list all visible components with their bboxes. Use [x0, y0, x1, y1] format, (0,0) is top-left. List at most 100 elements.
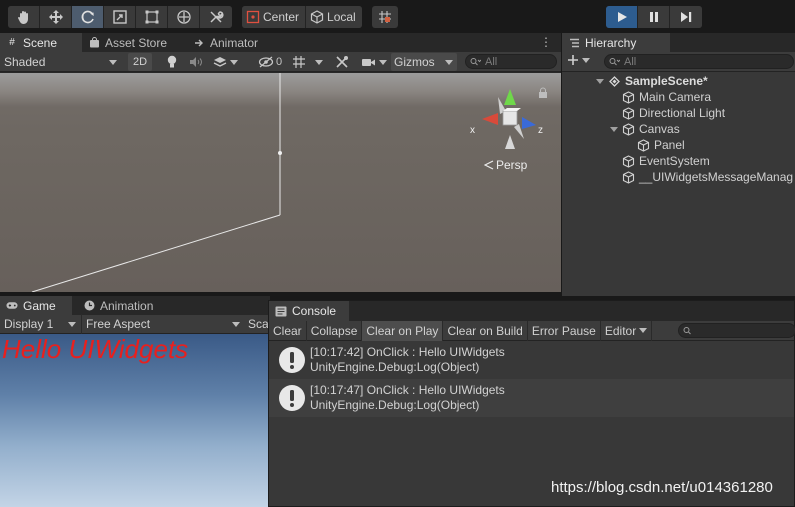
hierarchy-item-label: EventSystem	[639, 154, 710, 168]
hierarchy-search-input[interactable]: All	[604, 54, 794, 69]
shading-mode-dropdown[interactable]: Shaded	[0, 52, 122, 72]
hierarchy-item-event-system[interactable]: EventSystem	[562, 153, 795, 169]
chevron-down-icon	[379, 59, 387, 65]
play-controls	[606, 6, 702, 28]
aspect-label: Free Aspect	[86, 317, 151, 331]
aspect-dropdown[interactable]: Free Aspect	[81, 314, 244, 334]
play-button[interactable]	[606, 6, 638, 28]
tab-game-label: Game	[23, 298, 56, 313]
clear-on-play-button[interactable]: Clear on Play	[362, 320, 444, 341]
lighting-toggle[interactable]	[163, 54, 181, 70]
clear-button[interactable]: Clear	[269, 320, 307, 341]
tab-hierarchy-label: Hierarchy	[585, 35, 637, 50]
editor-label: Editor	[604, 323, 637, 338]
grid-snap-button[interactable]	[372, 6, 398, 28]
tools-icon	[210, 11, 224, 23]
speaker-icon	[190, 57, 202, 67]
snap-controls	[372, 6, 398, 28]
gameobject-cube-icon	[622, 170, 635, 184]
effects-dropdown[interactable]	[212, 54, 238, 70]
exclamation-icon	[279, 347, 305, 373]
step-button[interactable]	[670, 6, 702, 28]
gizmos-dropdown[interactable]: Gizmos	[391, 53, 457, 71]
rotate-tool-button[interactable]	[72, 6, 104, 28]
tools-toggle[interactable]	[333, 54, 351, 70]
custom-tool-button[interactable]	[200, 6, 232, 28]
log-entry[interactable]: [10:17:42] OnClick : Hello UIWidgets Uni…	[269, 341, 794, 379]
log-entry[interactable]: [10:17:47] OnClick : Hello UIWidgets Uni…	[269, 379, 794, 417]
hand-tool-button[interactable]	[8, 6, 40, 28]
mode-2d-button[interactable]: 2D	[128, 53, 152, 71]
rect-tool-button[interactable]	[136, 6, 168, 28]
gameobject-cube-icon	[622, 122, 635, 136]
lock-icon[interactable]	[538, 87, 548, 99]
tab-game[interactable]: Game	[0, 296, 72, 315]
scale-slider-label[interactable]: Sca	[244, 314, 270, 334]
grid-icon	[292, 56, 305, 68]
display-dropdown[interactable]: Display 1	[0, 314, 80, 334]
tab-scene[interactable]: # Scene	[0, 33, 82, 52]
scene-viewport[interactable]: x z Persp	[0, 73, 561, 292]
console-icon	[275, 305, 287, 317]
projection-toggle[interactable]: Persp	[484, 158, 527, 172]
hierarchy-item-directional-light[interactable]: Directional Light	[562, 105, 795, 121]
foldout-arrow-icon[interactable]	[595, 76, 605, 86]
game-viewport[interactable]: Hello UIWidgets	[0, 334, 270, 507]
audio-toggle[interactable]	[187, 54, 205, 70]
move-tool-button[interactable]	[40, 6, 72, 28]
tab-asset-store-label: Asset Store	[105, 35, 168, 50]
tab-animator[interactable]: Animator	[187, 33, 264, 52]
clear-label: Clear	[273, 323, 302, 338]
chevron-down-icon	[229, 59, 238, 65]
hierarchy-panel: Hierarchy All SampleScene* Main Camera D…	[562, 33, 795, 296]
hierarchy-item-canvas[interactable]: Canvas	[562, 121, 795, 137]
hierarchy-item-message-manager[interactable]: __UIWidgetsMessageManag	[562, 169, 795, 185]
console-search-input[interactable]	[678, 323, 795, 338]
hierarchy-search-placeholder: All	[624, 55, 637, 68]
tab-hierarchy[interactable]: Hierarchy	[562, 33, 670, 52]
rotate-icon	[81, 10, 94, 24]
plus-icon	[568, 55, 578, 65]
more-options-icon[interactable]: ⋮	[540, 35, 552, 49]
perspective-icon	[484, 160, 494, 170]
log-entry-text: [10:17:47] OnClick : Hello UIWidgets Uni…	[310, 383, 505, 413]
scale-tool-button[interactable]	[104, 6, 136, 28]
scene-panel: # Scene Asset Store Animator ⋮ Shaded 2D	[0, 33, 561, 292]
hidden-objects-toggle[interactable]: 0	[254, 54, 286, 70]
editor-dropdown[interactable]: Editor	[601, 320, 653, 341]
search-icon	[470, 58, 481, 66]
layers-icon	[213, 57, 226, 67]
camera-dropdown[interactable]	[359, 54, 389, 70]
grid-dropdown[interactable]	[290, 54, 324, 70]
scene-search-input[interactable]: All	[465, 54, 557, 69]
chevron-down-icon	[109, 60, 117, 65]
log-stacktrace: UnityEngine.Debug:Log(Object)	[310, 360, 480, 374]
hierarchy-item-label: __UIWidgetsMessageManag	[639, 170, 794, 184]
pause-button[interactable]	[638, 6, 670, 28]
error-pause-button[interactable]: Error Pause	[528, 320, 601, 341]
transform-tools	[8, 6, 232, 28]
hand-icon	[17, 11, 28, 24]
tab-console[interactable]: Console	[269, 301, 349, 321]
hierarchy-item-label: Panel	[654, 138, 685, 152]
hierarchy-item-main-camera[interactable]: Main Camera	[562, 89, 795, 105]
gizmo-x-label: x	[470, 125, 475, 136]
mode-2d-label: 2D	[132, 56, 148, 68]
foldout-arrow-icon[interactable]	[609, 124, 619, 134]
transform-icon	[176, 10, 191, 24]
scale-label: Sca	[248, 317, 269, 331]
hierarchy-scene-row[interactable]: SampleScene*	[562, 73, 795, 89]
gizmos-label: Gizmos	[394, 55, 435, 69]
center-pivot-icon	[246, 10, 260, 24]
clear-on-build-button[interactable]: Clear on Build	[443, 320, 528, 341]
pivot-center-button[interactable]: Center	[242, 6, 307, 28]
pivot-local-button[interactable]: Local	[306, 6, 362, 28]
create-dropdown[interactable]	[567, 54, 590, 66]
search-icon	[683, 327, 691, 335]
collapse-button[interactable]: Collapse	[307, 320, 363, 341]
hierarchy-item-label: Directional Light	[639, 106, 726, 120]
tab-asset-store[interactable]: Asset Store	[82, 33, 173, 52]
hierarchy-item-panel[interactable]: Panel	[562, 137, 795, 153]
tab-animation[interactable]: Animation	[77, 296, 159, 315]
transform-tool-button[interactable]	[168, 6, 200, 28]
